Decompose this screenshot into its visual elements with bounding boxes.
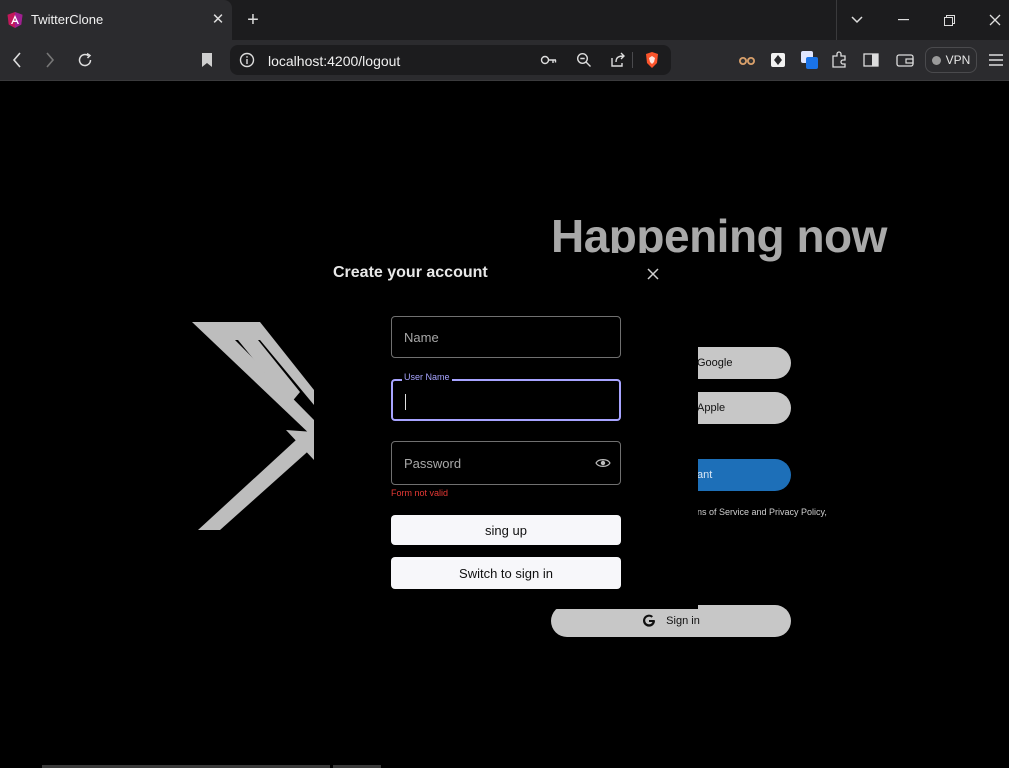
name-placeholder: Name xyxy=(404,330,439,345)
close-icon xyxy=(989,14,1001,26)
bookmark-icon xyxy=(202,53,212,67)
new-tab-icon[interactable]: + xyxy=(243,10,263,30)
sidebar-icon xyxy=(863,53,879,67)
chevron-down-icon xyxy=(851,16,863,24)
tab-title: TwitterClone xyxy=(31,12,104,27)
browser-tab-bar: TwitterClone ✕ + xyxy=(0,0,1009,40)
minimize-icon xyxy=(897,19,909,21)
browser-tab[interactable]: TwitterClone ✕ xyxy=(0,0,232,40)
extension-blue-button[interactable] xyxy=(800,50,820,70)
create-account-label: ant xyxy=(697,469,713,481)
close-window-button[interactable] xyxy=(972,0,1009,40)
glasses-extension-icon xyxy=(739,57,755,65)
switch-to-signin-button[interactable]: Switch to sign in xyxy=(391,557,621,589)
urlbar-divider xyxy=(632,52,633,68)
extension-glasses-button[interactable] xyxy=(737,50,757,70)
extension-diamond-button[interactable] xyxy=(768,50,788,70)
menu-button[interactable] xyxy=(986,50,1006,70)
username-field[interactable]: User Name xyxy=(391,372,621,421)
signup-modal: Create your account Name User Name Passw… xyxy=(314,253,698,609)
x-logo-icon xyxy=(192,322,314,530)
signin-google-button[interactable]: Sign in xyxy=(551,605,791,637)
signin-label: Sign in xyxy=(666,615,700,627)
back-arrow-icon xyxy=(12,52,21,68)
minimize-button[interactable] xyxy=(880,0,926,40)
text-caret xyxy=(405,394,406,410)
key-icon[interactable] xyxy=(540,53,558,67)
reload-icon xyxy=(78,52,92,67)
vpn-status-icon xyxy=(931,55,941,65)
zoom-icon[interactable] xyxy=(576,52,592,68)
bookmark-button[interactable] xyxy=(197,50,217,70)
google-button-label: Google xyxy=(697,357,733,369)
vpn-button[interactable]: VPN xyxy=(925,47,977,73)
vpn-label: VPN xyxy=(945,53,971,67)
google-g-icon xyxy=(643,614,656,627)
apple-button-label: Apple xyxy=(697,402,726,414)
terms-label: ns of Service and Privacy Policy, xyxy=(697,507,827,517)
password-field[interactable]: Password xyxy=(391,441,621,485)
wallet-icon xyxy=(896,54,914,67)
browser-toolbar: localhost:4200/logout VPN xyxy=(0,40,1009,81)
brave-shield-icon[interactable] xyxy=(644,51,660,69)
close-icon[interactable] xyxy=(644,265,662,283)
blue-extension-icon xyxy=(801,51,818,69)
restore-icon xyxy=(943,14,955,26)
modal-title: Create your account xyxy=(333,264,488,281)
forward-arrow-icon xyxy=(46,52,55,68)
tab-close-icon[interactable]: ✕ xyxy=(209,11,227,29)
puzzle-icon xyxy=(832,51,846,68)
restore-button[interactable] xyxy=(926,0,972,40)
diamond-extension-icon xyxy=(771,53,785,67)
angular-favicon-icon xyxy=(7,12,23,28)
password-placeholder: Password xyxy=(404,456,462,471)
forward-button[interactable] xyxy=(40,50,60,70)
share-icon[interactable] xyxy=(609,52,627,68)
tab-search-button[interactable] xyxy=(834,0,880,40)
address-bar[interactable]: localhost:4200/logout xyxy=(230,45,671,75)
wallet-button[interactable] xyxy=(895,50,915,70)
username-label: User Name xyxy=(402,372,452,382)
sidebar-button[interactable] xyxy=(861,50,881,70)
hamburger-menu-icon xyxy=(989,54,1003,66)
reload-button[interactable] xyxy=(75,50,95,70)
back-button[interactable] xyxy=(7,50,27,70)
url-text: localhost:4200/logout xyxy=(268,53,401,69)
extensions-button[interactable] xyxy=(829,50,849,70)
name-field[interactable]: Name xyxy=(391,316,621,358)
page-content: Happening now Google Apple ant ns of Ser… xyxy=(0,81,1009,768)
site-info-icon[interactable] xyxy=(239,52,255,68)
signup-button[interactable]: sing up xyxy=(391,515,621,545)
eye-icon[interactable] xyxy=(595,457,611,469)
form-error-message: Form not valid xyxy=(391,488,449,498)
